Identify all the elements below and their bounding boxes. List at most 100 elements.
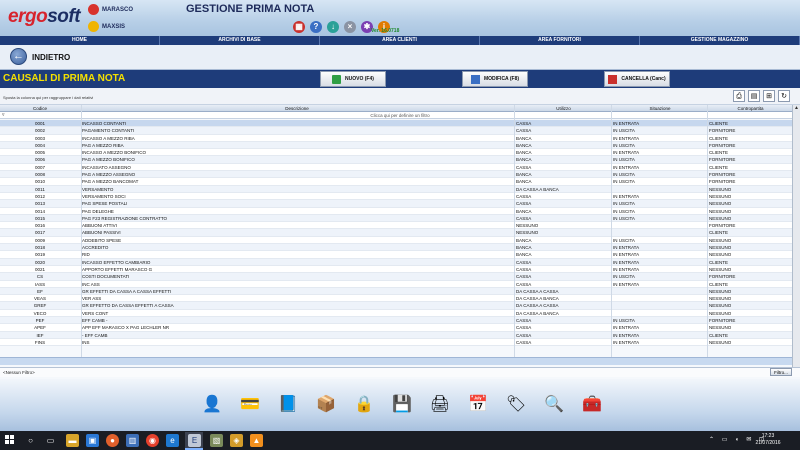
download-icon[interactable]: ↓ <box>327 21 339 33</box>
cell-utilizzo: CASSA <box>516 318 532 324</box>
search-icon[interactable]: ○ <box>24 434 37 447</box>
cell-contropartita: NESSUNO <box>709 296 732 302</box>
table-row[interactable]: 0007 INCASSATO ASSEGNO CASSA IN ENTRATA CLIE… <box>0 163 792 172</box>
tag-icon[interactable]: 🏷 <box>504 392 528 418</box>
main-menu: HOME ARCHIVI DI BASE AREA CLIENTI AREA F… <box>0 36 800 45</box>
save-icon[interactable]: 💾 <box>390 392 414 418</box>
delete-icon <box>608 74 618 84</box>
table-row[interactable]: IASS INC ASS CASSA IN ENTRATA CLIENTE <box>0 280 792 288</box>
close-icon[interactable]: × <box>344 21 356 33</box>
app-icon[interactable]: ▥ <box>126 434 139 447</box>
table-row[interactable]: FINS INS CASSA IN ENTRATA NESSUNO <box>0 338 792 347</box>
cell-situazione: IN USCITA <box>613 237 635 243</box>
taskbar-clock[interactable]: 17:23 21/07/2016 <box>748 433 788 447</box>
internet-explorer-icon[interactable]: e <box>166 434 179 447</box>
print-icon[interactable]: ⎙ <box>733 90 745 102</box>
table-row[interactable]: 0002 PAGAMENTO CONTANTI CASSA IN USCITA FORN… <box>0 127 792 135</box>
export-icon[interactable]: ▤ <box>748 90 760 102</box>
table-row[interactable]: 0010 PAG A MEZZO BANCOMAT BANCA IN USCITA FO… <box>0 178 792 186</box>
col-situazione[interactable]: Situazione <box>613 105 707 112</box>
edit-button[interactable]: MODIFICA (F8) <box>462 71 528 87</box>
cell-descrizione: INC ASS <box>82 281 100 287</box>
store-icon[interactable]: ▣ <box>86 434 99 447</box>
ergosoft-icon[interactable]: E <box>188 434 201 447</box>
table-row[interactable]: PEF EFF CAMB - CASSA IN USCITA FORNITORE <box>0 317 792 325</box>
app-icon[interactable]: ◈ <box>230 434 243 447</box>
back-label[interactable]: INDIETRO <box>32 53 70 62</box>
table-row[interactable]: EF GR EFFETTI DA CASSA A CASSA EFFETTI DA … <box>0 287 792 296</box>
menu-home[interactable]: HOME <box>0 36 160 45</box>
app-icon[interactable]: ▧ <box>210 434 223 447</box>
refresh-icon[interactable]: ↻ <box>778 90 790 102</box>
table-row[interactable]: 0009 ADDEBITO SPESE BANCA IN USCITA NESSUNO <box>0 236 792 245</box>
scroll-up-icon[interactable]: ▲ <box>793 105 800 112</box>
table-row[interactable]: APEF APP EFF MARASCO X PAG LECHLER NR CASS… <box>0 324 792 332</box>
table-row[interactable]: 0015 PAG F23 REGISTRAZIONE CONTRATTO CASSA… <box>0 214 792 223</box>
task-view-icon[interactable]: ▭ <box>44 434 57 447</box>
file-explorer-icon[interactable]: ▬ <box>66 434 79 447</box>
table-row[interactable]: 0008 PAG A MEZZO ASSEGNO BANCA IN USCITA FOR… <box>0 171 792 179</box>
table-row[interactable]: 0006 PAG A MEZZO BONIFICO BANCA IN USCITA FO… <box>0 156 792 164</box>
chrome-icon[interactable]: ◉ <box>146 434 159 447</box>
magnifier-icon[interactable]: 🔍 <box>542 392 566 418</box>
vertical-scrollbar[interactable]: ▲ <box>792 105 800 375</box>
security-icon[interactable]: 🔒 <box>352 392 376 418</box>
printer-icon[interactable]: 🖨 <box>428 392 452 418</box>
calendar-icon[interactable]: 📅 <box>466 392 490 418</box>
products-icon[interactable]: 📦 <box>314 392 338 418</box>
columns-icon[interactable]: ⊞ <box>763 90 775 102</box>
back-arrow-icon[interactable]: ← <box>10 48 27 65</box>
calculator-icon[interactable]: ▦ <box>293 21 305 33</box>
table-row[interactable]: 0012 VERSAMENTO SOCI CASSA IN ENTRATA NESSUN… <box>0 192 792 201</box>
cell-contropartita: CLIENTE <box>709 332 729 338</box>
table-row[interactable]: 0013 PAG SPESE POSTALI CASSA IN USCITA NESSU… <box>0 200 792 208</box>
cell-contropartita: NESSUNO <box>709 215 732 221</box>
new-button[interactable]: NUOVO (F4) <box>320 71 386 87</box>
user-operator[interactable]: MAXSIS <box>88 21 125 32</box>
menu-archivi[interactable]: ARCHIVI DI BASE <box>160 36 320 45</box>
col-utilizzo[interactable]: Utilizzo <box>516 105 611 112</box>
table-row[interactable]: VEAS VER ASS DA CASSA A BANCA NESSUNO <box>0 295 792 303</box>
windows-start-icon[interactable] <box>5 435 15 445</box>
table-row[interactable]: 0018 ACCREDITO BANCA IN ENTRATA NESSUNO <box>0 244 792 252</box>
table-row[interactable]: 0021 APPORTO EFFETTI MARASCO G CASSA IN ENT… <box>0 265 792 274</box>
col-codice[interactable]: Codice <box>0 105 80 112</box>
binder-icon[interactable]: 📘 <box>276 392 300 418</box>
help-icon[interactable]: ? <box>310 21 322 33</box>
user-company[interactable]: MARASCO <box>88 4 133 15</box>
col-contropartita[interactable]: Contropartita <box>709 105 792 112</box>
table-row[interactable]: 0014 PAG DELEGHE BANCA IN USCITA NESSUNO <box>0 207 792 215</box>
filter-button[interactable]: Filtro... <box>770 368 792 376</box>
edit-icon <box>470 74 480 84</box>
cell-situazione: IN ENTRATA <box>613 339 640 345</box>
menu-magazzino[interactable]: GESTIONE MAGAZZINO <box>640 36 800 45</box>
cell-utilizzo: DA CASSA A BANCA <box>516 310 559 316</box>
table-row[interactable]: IEF - EFF CAMB CASSA IN ENTRATA CLIENTE <box>0 331 792 339</box>
table-row[interactable]: 0016 ABBUONI ATTIVI NESSUNO FORNITORE <box>0 222 792 230</box>
menu-area-fornitori[interactable]: AREA FORNITORI <box>480 36 640 45</box>
card-icon[interactable]: 💳 <box>238 392 262 418</box>
cell-situazione: IN ENTRATA <box>613 266 640 272</box>
table-row[interactable]: 0020 INCASSO EFFETTO CAMBIARIO CASSA IN ENT… <box>0 258 792 266</box>
table-row[interactable]: VECO VERS CONT DA CASSA A BANCA NESSUNO <box>0 309 792 318</box>
table-row[interactable]: 0003 INCASSO A MEZZO RIBA BANCA IN ENTRATA C… <box>0 134 792 142</box>
tools-icon[interactable]: 🧰 <box>580 392 604 418</box>
vlc-icon[interactable]: ▲ <box>250 434 263 447</box>
home-icon <box>88 4 99 15</box>
table-row[interactable]: GREF GR EFFETTO DA CASSA EFFETTI A CASSA D… <box>0 302 792 310</box>
table-row[interactable]: 0004 PAG A MEZZO RIBA BANCA IN USCITA FORNIT… <box>0 141 792 150</box>
delete-button[interactable]: CANCELLA (Canc) <box>604 71 670 87</box>
customer-icon[interactable]: 👤 <box>200 392 224 418</box>
filter-row[interactable]: ▿ Clicca qui per definire un filtro <box>0 112 800 119</box>
table-row[interactable]: 0019 RID BANCA IN ENTRATA NESSUNO <box>0 251 792 259</box>
table-row[interactable]: 0017 ABBUONI PASSIVI NESSUNO CLIENTE <box>0 229 792 237</box>
table-row[interactable]: CS COSTI DOCUMENTATI CASSA IN USCITA FORNITO… <box>0 273 792 281</box>
table-row[interactable]: 0001 INCASSO CONTANTI CASSA IN ENTRATA CLIEN… <box>0 120 792 128</box>
table-row[interactable]: 0005 INCASSO A MEZZO BONIFICO BANCA IN ENTR… <box>0 149 792 157</box>
menu-area-clienti[interactable]: AREA CLIENTI <box>320 36 480 45</box>
firefox-icon[interactable]: ● <box>106 434 119 447</box>
col-descrizione[interactable]: Descrizione <box>82 105 512 112</box>
table-row[interactable]: 0011 VERSAMENTO DA CASSA A BANCA NESSUNO <box>0 185 792 193</box>
group-panel[interactable]: Sposta la colonna qui per raggruppare i … <box>0 88 800 105</box>
cell-codice: 0017 <box>34 230 45 236</box>
